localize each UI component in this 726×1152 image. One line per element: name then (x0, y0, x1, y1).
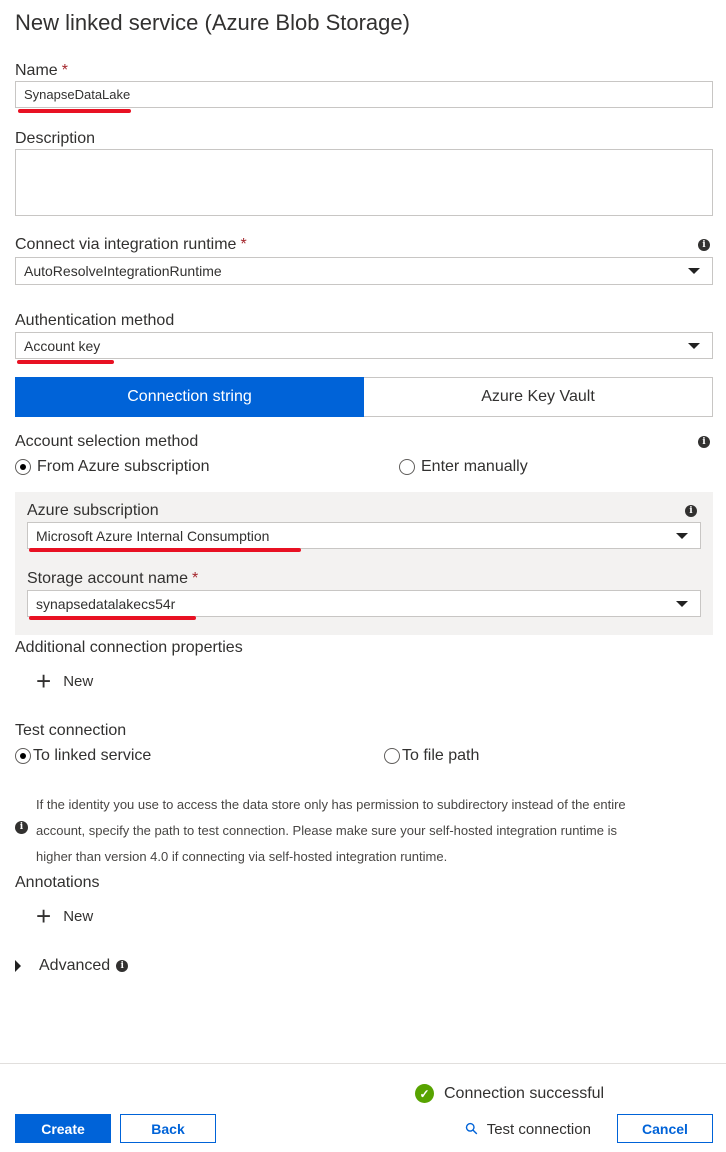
tab-azure-key-vault[interactable]: Azure Key Vault (364, 377, 713, 417)
subscription-select[interactable]: Microsoft Azure Internal Consumption (27, 522, 701, 549)
chevron-down-icon (688, 342, 700, 349)
subscription-value: Microsoft Azure Internal Consumption (36, 527, 270, 544)
note-line: higher than version 4.0 if connecting vi… (36, 849, 448, 864)
radio-to-file-path[interactable]: To file path (384, 747, 479, 765)
add-property-button[interactable]: + New (36, 668, 93, 694)
new-label: New (63, 907, 94, 925)
note-line: account, specify the path to test connec… (36, 823, 617, 838)
add-annotation-button[interactable]: + New (36, 903, 93, 929)
option-label: Enter manually (421, 458, 528, 475)
annotation-underline (17, 360, 114, 364)
name-input[interactable]: SynapseDataLake (15, 81, 713, 108)
info-icon[interactable]: i (698, 436, 710, 448)
annotation-underline (29, 616, 196, 620)
advanced-label: Advanced (39, 957, 111, 974)
radio-checked[interactable] (15, 459, 31, 475)
description-label: Description (15, 130, 96, 147)
page-title: New linked service (Azure Blob Storage) (15, 10, 410, 35)
runtime-label: Connect via integration runtime * (15, 236, 247, 254)
info-icon[interactable]: i (685, 505, 697, 517)
cancel-button[interactable]: Cancel (617, 1114, 713, 1143)
plug-icon: ⚲ (462, 1119, 483, 1140)
chevron-down-icon (688, 268, 700, 274)
test-connection-note: If the identity you use to access the da… (36, 792, 626, 870)
connection-status: ✓ Connection successful (415, 1084, 604, 1103)
auth-label: Authentication method (15, 312, 175, 329)
required-marker: * (192, 570, 199, 587)
additional-properties-label: Additional connection properties (15, 639, 243, 656)
runtime-value: AutoResolveIntegrationRuntime (24, 263, 222, 279)
storage-label-text: Storage account name (27, 570, 188, 587)
info-icon[interactable]: i (698, 239, 710, 251)
plus-icon: + (36, 666, 52, 696)
test-connection-label: Test connection (15, 722, 127, 739)
note-line: If the identity you use to access the da… (36, 797, 626, 812)
test-connection-button[interactable]: ⚲ Test connection (462, 1119, 591, 1139)
runtime-select[interactable]: AutoResolveIntegrationRuntime (15, 257, 713, 285)
radio-unchecked[interactable] (399, 459, 415, 475)
back-button[interactable]: Back (120, 1114, 216, 1143)
name-label-text: Name (15, 62, 58, 79)
chevron-down-icon (676, 532, 688, 539)
required-marker: * (61, 62, 68, 79)
radio-enter-manually[interactable]: Enter manually (399, 458, 528, 476)
tab-connection-string[interactable]: Connection string (15, 377, 364, 417)
option-label: From Azure subscription (37, 458, 210, 475)
auth-select[interactable]: Account key (15, 332, 713, 359)
chevron-down-icon (676, 600, 688, 607)
name-label: Name * (15, 62, 68, 80)
radio-from-subscription[interactable]: From Azure subscription (15, 458, 210, 476)
radio-checked[interactable] (15, 748, 31, 764)
account-selection-label: Account selection method (15, 433, 199, 450)
caret-right-icon (15, 960, 21, 972)
test-connection-label: Test connection (486, 1120, 591, 1138)
radio-to-linked-service[interactable]: To linked service (15, 747, 151, 765)
description-input[interactable] (15, 149, 713, 216)
storage-label: Storage account name * (27, 570, 198, 588)
auth-value: Account key (24, 337, 101, 354)
plus-icon: + (36, 901, 52, 931)
advanced-toggle[interactable]: Advanced i (15, 957, 129, 975)
required-marker: * (240, 236, 247, 253)
create-button[interactable]: Create (15, 1114, 111, 1143)
storage-value: synapsedatalakecs54r (36, 595, 176, 612)
option-label: To linked service (33, 747, 152, 764)
footer-divider (0, 1063, 726, 1064)
annotation-underline (18, 109, 131, 113)
new-label: New (63, 672, 94, 690)
info-icon[interactable]: i (116, 960, 129, 972)
subscription-label: Azure subscription (27, 502, 159, 519)
status-text: Connection successful (444, 1084, 605, 1102)
annotations-label: Annotations (15, 874, 100, 891)
info-icon: i (15, 821, 28, 834)
radio-unchecked[interactable] (384, 748, 400, 764)
option-label: To file path (402, 747, 480, 764)
runtime-label-text: Connect via integration runtime (15, 236, 237, 253)
check-circle-icon: ✓ (415, 1084, 434, 1103)
storage-select[interactable]: synapsedatalakecs54r (27, 590, 701, 617)
annotation-underline (29, 548, 301, 552)
